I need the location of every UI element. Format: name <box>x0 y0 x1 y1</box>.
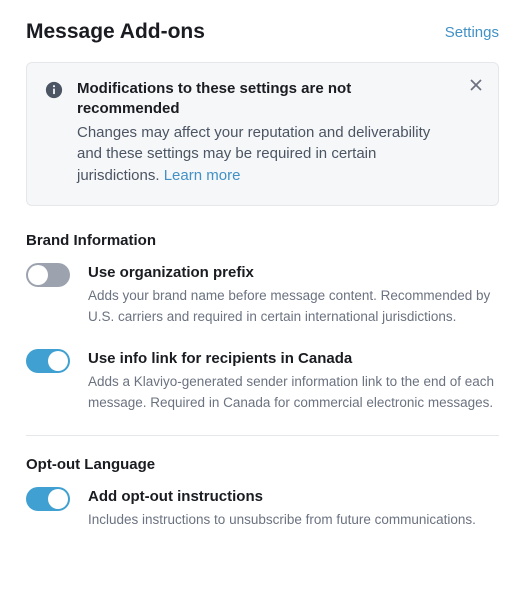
optout-language-section: Opt-out Language Add opt-out instruction… <box>26 456 499 553</box>
setting-body: Use organization prefix Adds your brand … <box>88 263 499 327</box>
learn-more-link[interactable]: Learn more <box>164 167 241 184</box>
section-title-brand: Brand Information <box>26 232 499 249</box>
alert-body: Modifications to these settings are not … <box>77 79 480 187</box>
setting-title: Add opt-out instructions <box>88 487 499 507</box>
setting-description: Includes instructions to unsubscribe fro… <box>88 510 499 530</box>
brand-information-section: Brand Information Use organization prefi… <box>26 232 499 435</box>
alert-description: Changes may affect your reputation and d… <box>77 122 454 187</box>
header: Message Add-ons Settings <box>26 20 499 44</box>
section-title-optout: Opt-out Language <box>26 456 499 473</box>
setting-description: Adds a Klaviyo-generated sender informat… <box>88 372 499 413</box>
toggle-info-link-canada[interactable] <box>26 349 70 373</box>
setting-title: Use organization prefix <box>88 263 499 283</box>
alert-title: Modifications to these settings are not … <box>77 79 454 120</box>
setting-row-org-prefix: Use organization prefix Adds your brand … <box>26 263 499 349</box>
alert-description-text: Changes may affect your reputation and d… <box>77 124 430 185</box>
warning-alert: Modifications to these settings are not … <box>26 62 499 206</box>
setting-body: Use info link for recipients in Canada A… <box>88 349 499 413</box>
settings-link[interactable]: Settings <box>445 24 499 41</box>
page-title: Message Add-ons <box>26 20 205 44</box>
toggle-org-prefix[interactable] <box>26 263 70 287</box>
setting-row-info-link-canada: Use info link for recipients in Canada A… <box>26 349 499 435</box>
close-icon[interactable] <box>468 77 484 93</box>
section-divider <box>26 435 499 436</box>
setting-body: Add opt-out instructions Includes instru… <box>88 487 499 531</box>
setting-row-optout-instructions: Add opt-out instructions Includes instru… <box>26 487 499 553</box>
setting-description: Adds your brand name before message cont… <box>88 286 499 327</box>
setting-title: Use info link for recipients in Canada <box>88 349 499 369</box>
toggle-optout-instructions[interactable] <box>26 487 70 511</box>
info-icon <box>45 81 63 99</box>
